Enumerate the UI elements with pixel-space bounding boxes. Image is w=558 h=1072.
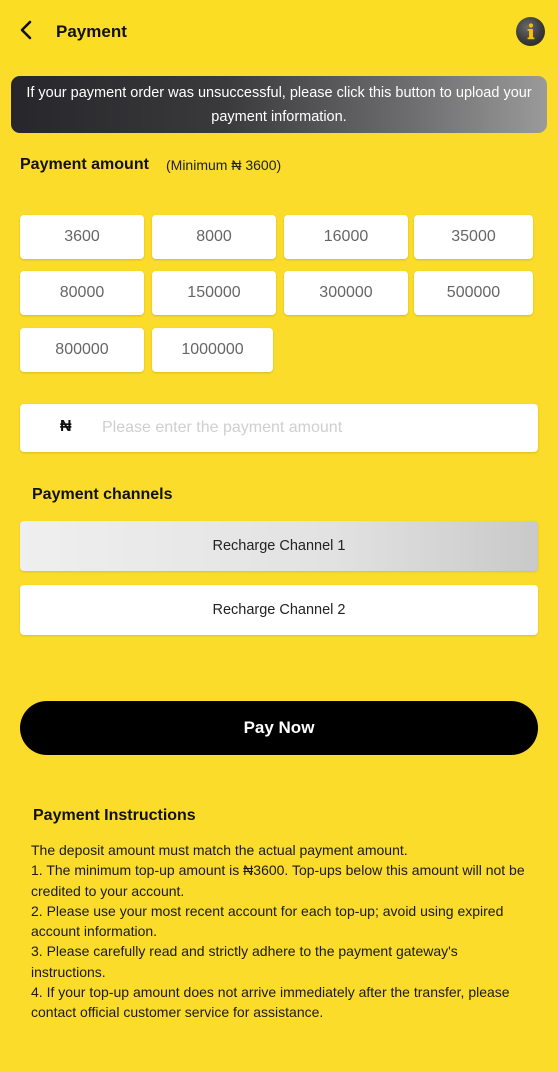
info-icon (527, 23, 535, 40)
amount-option-35000[interactable]: 35000 (414, 215, 533, 259)
amount-option-800000[interactable]: 800000 (20, 328, 144, 372)
payment-page: Payment If your payment order was unsucc… (0, 0, 558, 1072)
instruction-line: 3. Please carefully read and strictly ad… (31, 943, 458, 980)
amount-input-field: ₦ (20, 404, 538, 452)
channel-option-2[interactable]: Recharge Channel 2 (20, 585, 538, 635)
instruction-line: 1. The minimum top-up amount is ₦3600. T… (31, 862, 525, 899)
amount-option-500000[interactable]: 500000 (414, 271, 533, 315)
amount-option-80000[interactable]: 80000 (20, 271, 144, 315)
upload-payment-info-banner[interactable]: If your payment order was unsuccessful, … (11, 76, 547, 133)
back-button[interactable] (14, 16, 42, 46)
payment-channels-label: Payment channels (32, 486, 173, 503)
header-bar: Payment (0, 0, 558, 66)
amount-option-300000[interactable]: 300000 (284, 271, 408, 315)
instruction-line: 4. If your top-up amount does not arrive… (31, 984, 510, 1021)
instructions-title: Payment Instructions (33, 807, 196, 824)
page-title: Payment (56, 22, 127, 41)
amount-option-3600[interactable]: 3600 (20, 215, 144, 259)
amount-option-8000[interactable]: 8000 (152, 215, 276, 259)
instruction-line: 2. Please use your most recent account f… (31, 902, 504, 940)
channel-option-1[interactable]: Recharge Channel 1 (20, 521, 538, 571)
amount-option-1000000[interactable]: 1000000 (152, 328, 273, 372)
instructions-body: The deposit amount must match the actual… (31, 840, 536, 1023)
instruction-line: The deposit amount must match the actual… (31, 842, 408, 858)
amount-option-16000[interactable]: 16000 (284, 215, 408, 259)
chevron-left-icon (20, 20, 32, 40)
info-button[interactable] (516, 17, 545, 46)
amount-option-150000[interactable]: 150000 (152, 271, 276, 315)
naira-symbol: ₦ (60, 418, 72, 435)
payment-amount-label: Payment amount (20, 156, 149, 173)
minimum-amount-note: (Minimum ₦ 3600) (166, 157, 282, 173)
amount-input[interactable] (102, 412, 522, 444)
pay-now-button[interactable]: Pay Now (20, 701, 538, 755)
